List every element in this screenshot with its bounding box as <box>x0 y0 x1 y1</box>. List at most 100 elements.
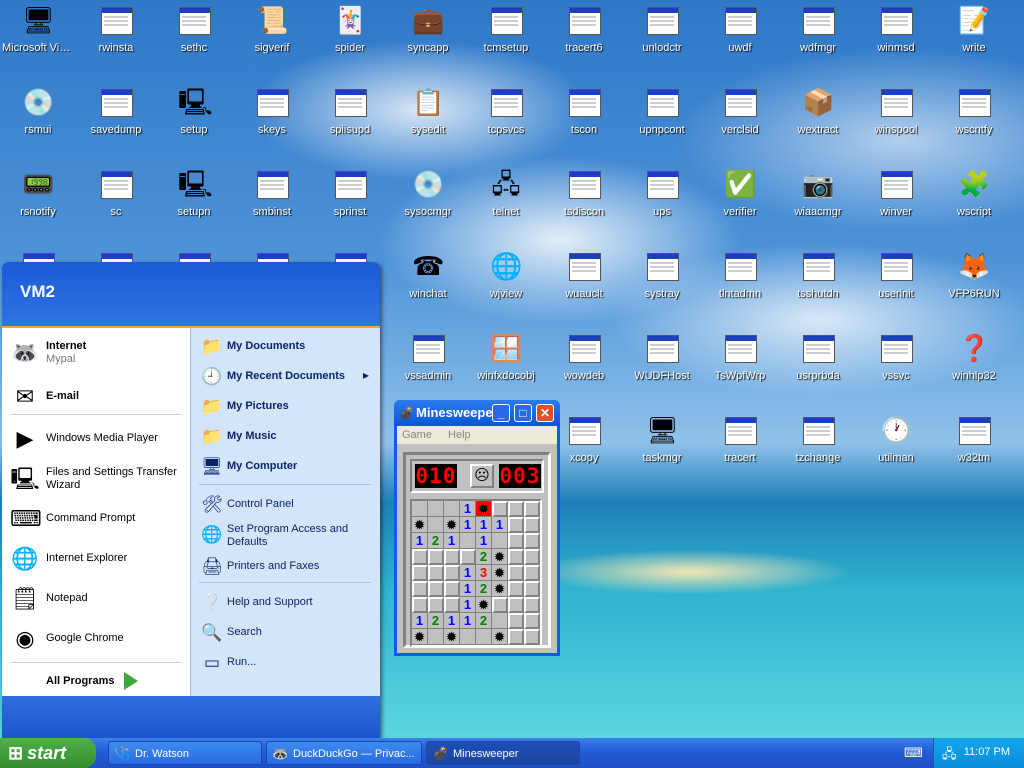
mine-cell[interactable] <box>412 565 428 581</box>
desktop-icon[interactable]: 📜 sigverif <box>234 0 310 80</box>
menu-help[interactable]: Help <box>448 429 471 441</box>
keyboard-icon[interactable]: ⌨ <box>904 745 923 761</box>
maximize-button[interactable]: □ <box>514 404 532 422</box>
mine-cell[interactable] <box>524 533 540 549</box>
mine-cell[interactable] <box>460 549 476 565</box>
mine-cell[interactable] <box>524 517 540 533</box>
close-button[interactable]: ✕ <box>536 404 554 422</box>
desktop-icon[interactable]: 💿 sysocmgr <box>390 164 466 244</box>
start-recent-item[interactable]: 🗒 Notepad <box>8 580 188 618</box>
desktop-icon[interactable]: ☎ winchat <box>390 246 466 326</box>
mine-cell[interactable]: 2 <box>476 581 492 597</box>
desktop-icon[interactable]: 🧩 wscript <box>936 164 1012 244</box>
mine-cell-bomb[interactable]: ✹ <box>412 629 428 645</box>
desktop-icon[interactable]: tcpsvcs <box>468 82 544 162</box>
start-pinned-internet[interactable]: 🦝 Internet Mypal <box>8 334 188 372</box>
desktop-icon[interactable]: 💼 syncapp <box>390 0 466 80</box>
start-right-item[interactable]: 🖨 Printers and Faxes <box>199 554 375 580</box>
mine-cell[interactable] <box>508 597 524 613</box>
mine-cell[interactable] <box>524 597 540 613</box>
desktop-icon[interactable]: 📝 write <box>936 0 1012 80</box>
desktop-icon[interactable]: 🦊 VFP6RUN <box>936 246 1012 326</box>
mine-cell[interactable]: 1 <box>460 613 476 629</box>
mine-cell[interactable]: 1 <box>460 597 476 613</box>
mine-cell[interactable]: 1 <box>476 533 492 549</box>
desktop-icon[interactable]: 💿 rsmui <box>0 82 76 162</box>
mine-cell[interactable] <box>412 501 428 517</box>
mine-cell-bomb[interactable]: ✹ <box>492 549 508 565</box>
mine-cell-bomb[interactable]: ✹ <box>444 517 460 533</box>
mine-cell[interactable] <box>492 613 508 629</box>
mine-cell[interactable] <box>428 565 444 581</box>
start-recent-item[interactable]: 🌐 Internet Explorer <box>8 540 188 578</box>
mine-cell[interactable]: 1 <box>444 613 460 629</box>
desktop-icon[interactable]: 🖧 telnet <box>468 164 544 244</box>
desktop-icon[interactable]: tsshutdn <box>780 246 856 326</box>
mine-cell[interactable] <box>508 501 524 517</box>
mine-cell[interactable] <box>492 597 508 613</box>
mine-cell[interactable]: 2 <box>428 533 444 549</box>
network-icon[interactable]: 🖧 <box>942 745 957 767</box>
desktop-icon[interactable]: 📷 wiaacmgr <box>780 164 856 244</box>
desktop-icon[interactable]: 🖳 setup <box>156 82 232 162</box>
minesweeper-titlebar[interactable]: 💣 Minesweeper _ □ ✕ <box>394 400 560 426</box>
start-right-item[interactable]: ❔ Help and Support <box>199 590 375 616</box>
mine-cell[interactable] <box>508 549 524 565</box>
mine-cell-bomb[interactable]: ✹ <box>476 597 492 613</box>
desktop-icon[interactable]: ❓ winhlp32 <box>936 328 1012 408</box>
mine-cell[interactable]: 2 <box>428 613 444 629</box>
mine-cell[interactable]: 2 <box>476 549 492 565</box>
mine-cell[interactable] <box>508 629 524 645</box>
desktop-icon[interactable]: 🖳 setupn <box>156 164 232 244</box>
start-recent-item[interactable]: ⌨ Command Prompt <box>8 500 188 538</box>
mine-cell[interactable]: 3 <box>476 565 492 581</box>
desktop-icon[interactable]: tlntadmn <box>702 246 778 326</box>
desktop-icon[interactable]: ✅ verifier <box>702 164 778 244</box>
desktop-icon[interactable]: 🖥 Microsoft Visual Basic 6.0 <box>0 0 76 80</box>
desktop-icon[interactable]: vssadmin <box>390 328 466 408</box>
desktop-icon[interactable]: unlodctr <box>624 0 700 80</box>
start-right-item[interactable]: 🛠 Control Panel <box>199 492 375 518</box>
desktop-icon[interactable]: tscon <box>546 82 622 162</box>
mine-cell[interactable] <box>428 549 444 565</box>
mine-cell[interactable] <box>412 581 428 597</box>
start-right-item[interactable]: 🕘 My Recent Documents ▸ <box>199 364 375 390</box>
desktop-icon[interactable]: wowdeb <box>546 328 622 408</box>
mine-cell[interactable] <box>508 613 524 629</box>
desktop-icon[interactable]: tracert6 <box>546 0 622 80</box>
mine-cell[interactable] <box>524 581 540 597</box>
mine-cell[interactable] <box>444 549 460 565</box>
mine-cell[interactable] <box>460 533 476 549</box>
mine-cell[interactable]: 1 <box>460 501 476 517</box>
start-recent-item[interactable]: 🖳 Files and Settings Transfer Wizard <box>8 460 188 498</box>
mine-cell[interactable] <box>508 581 524 597</box>
clock[interactable]: 11:07 PM <box>964 746 1010 758</box>
taskbar-button[interactable]: 🦝 DuckDuckGo — Privac... <box>266 741 422 765</box>
desktop-icon[interactable]: uwdf <box>702 0 778 80</box>
desktop-icon[interactable]: 🕐 utilman <box>858 410 934 490</box>
desktop-icon[interactable]: rwinsta <box>78 0 154 80</box>
taskbar-button[interactable]: 🩺 Dr. Watson <box>108 741 262 765</box>
desktop-icon[interactable]: 📦 wextract <box>780 82 856 162</box>
mine-cell-bomb[interactable]: ✹ <box>444 629 460 645</box>
mine-cell[interactable] <box>476 629 492 645</box>
mine-cell[interactable] <box>428 581 444 597</box>
desktop-icon[interactable]: vssvc <box>858 328 934 408</box>
mine-cell[interactable]: 1 <box>412 613 428 629</box>
mine-cell[interactable] <box>524 565 540 581</box>
mine-cell-bomb[interactable]: ✹ <box>412 517 428 533</box>
start-right-item[interactable]: 🌐 Set Program Access and Defaults <box>199 522 375 548</box>
start-pinned-email[interactable]: ✉ E-mail <box>8 378 188 416</box>
mine-cell[interactable] <box>444 597 460 613</box>
mine-cell-bomb[interactable]: ✹ <box>492 565 508 581</box>
mine-cell[interactable] <box>524 501 540 517</box>
mine-cell[interactable] <box>524 629 540 645</box>
desktop-icon[interactable]: tzchange <box>780 410 856 490</box>
desktop-icon[interactable]: sprinst <box>312 164 388 244</box>
mine-cell[interactable] <box>412 597 428 613</box>
desktop-icon[interactable]: skeys <box>234 82 310 162</box>
start-recent-item[interactable]: ◉ Google Chrome <box>8 620 188 658</box>
start-right-item[interactable]: 🔍 Search <box>199 620 375 646</box>
desktop-icon[interactable]: savedump <box>78 82 154 162</box>
mine-cell[interactable] <box>412 549 428 565</box>
